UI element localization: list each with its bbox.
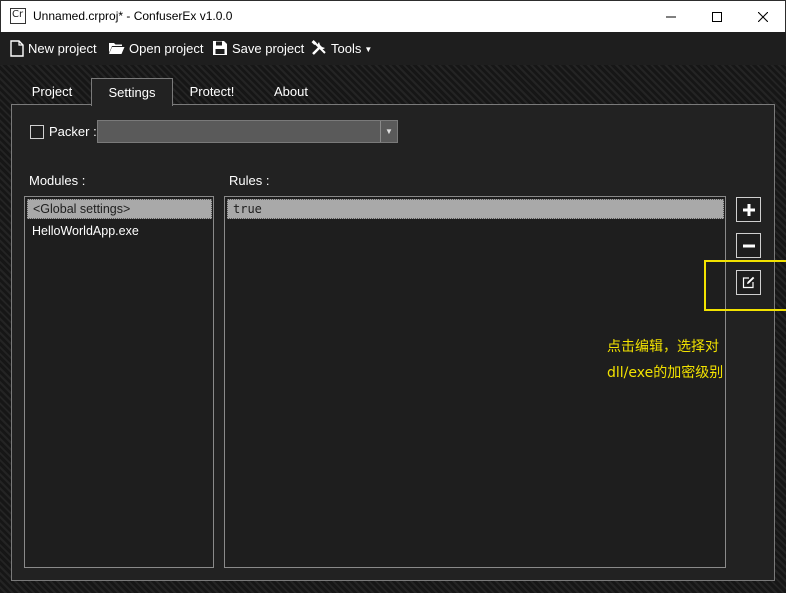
chevron-down-icon: ▼: [364, 45, 373, 54]
annotation-line-2: dll/exe的加密级别: [607, 365, 724, 381]
save-icon: [213, 41, 227, 55]
modules-list[interactable]: <Global settings> HelloWorldApp.exe: [24, 196, 214, 568]
app-icon: Cr: [10, 8, 26, 24]
app-icon-text: Cr: [12, 9, 24, 20]
minimize-button[interactable]: [648, 1, 694, 32]
tools-menu-button[interactable]: Tools ▼: [311, 38, 372, 58]
open-project-label: Open project: [129, 40, 204, 56]
tools-label: Tools: [331, 40, 362, 56]
tab-project[interactable]: Project: [22, 78, 82, 105]
chevron-down-icon[interactable]: ▼: [380, 121, 397, 142]
list-item[interactable]: HelloWorldApp.exe: [27, 221, 212, 241]
add-rule-button[interactable]: [736, 197, 761, 222]
tab-protect[interactable]: Protect!: [180, 78, 244, 105]
tab-protect-label: Protect!: [189, 84, 235, 99]
save-project-label: Save project: [232, 40, 305, 56]
tab-settings-label: Settings: [108, 85, 156, 100]
plus-icon: [742, 203, 755, 216]
close-button[interactable]: [740, 1, 786, 32]
minimize-icon: [666, 16, 676, 17]
annotation-text: 点击编辑，选择对 dll/exe的加密级别: [607, 334, 757, 386]
packer-select[interactable]: ▼: [97, 120, 398, 143]
new-project-label: New project: [28, 40, 97, 56]
tab-about[interactable]: About: [262, 78, 320, 105]
new-file-icon: [10, 39, 24, 57]
close-icon: [758, 11, 768, 22]
rules-label: Rules :: [229, 173, 270, 188]
save-project-button[interactable]: Save project: [212, 38, 304, 58]
highlight-box: [704, 260, 786, 311]
new-project-button[interactable]: New project: [10, 38, 97, 58]
list-item[interactable]: <Global settings>: [27, 199, 212, 219]
remove-rule-button[interactable]: [736, 233, 761, 258]
tab-settings[interactable]: Settings: [91, 78, 173, 106]
tools-icon: [311, 40, 326, 55]
packer-checkbox[interactable]: [30, 125, 44, 139]
tab-project-label: Project: [31, 84, 73, 99]
title-bar: Cr Unnamed.crproj* - ConfuserEx v1.0.0: [0, 0, 786, 32]
folder-open-icon: [109, 43, 125, 54]
annotation-line-1: 点击编辑，选择对: [607, 339, 719, 355]
open-project-button[interactable]: Open project: [108, 38, 203, 58]
maximize-button[interactable]: [694, 1, 740, 32]
list-item[interactable]: true: [227, 199, 724, 219]
tab-about-label: About: [274, 84, 308, 99]
toolbar: New project Open project Save project To…: [0, 32, 786, 64]
window-title: Unnamed.crproj* - ConfuserEx v1.0.0: [33, 9, 233, 23]
minus-icon: [742, 244, 755, 247]
packer-label: Packer :: [49, 124, 97, 139]
modules-label: Modules :: [29, 173, 86, 188]
maximize-icon: [712, 11, 722, 22]
